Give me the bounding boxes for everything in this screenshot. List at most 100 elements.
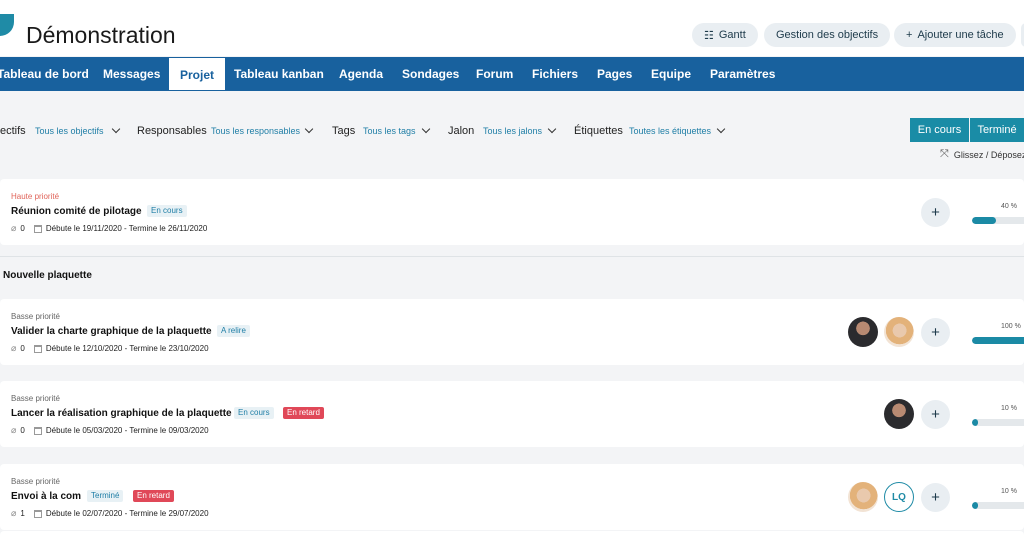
task-priority: Basse priorité [11, 477, 60, 486]
chevron-down-icon[interactable] [111, 124, 121, 134]
page-title: Démonstration [26, 22, 176, 48]
progress-label: 10 % [1001, 488, 1017, 495]
task-meta: ⌀ 0 Débute le 05/03/2020 - Termine le 09… [11, 425, 209, 436]
calendar-icon [33, 426, 42, 435]
add-task-button[interactable]: + Ajouter une tâche [894, 23, 1016, 47]
task-dates: Débute le 02/07/2020 - Termine le 29/07/… [45, 509, 209, 518]
tab-files[interactable]: Fichiers [532, 57, 578, 91]
progress-label: 100 % [1001, 323, 1021, 330]
task-dates: Débute le 05/03/2020 - Termine le 09/03/… [45, 426, 209, 435]
avatar[interactable] [848, 317, 878, 347]
avatar[interactable] [884, 399, 914, 429]
tab-settings[interactable]: Paramètres [710, 57, 775, 91]
task-name[interactable]: Lancer la réalisation graphique de la pl… [11, 408, 232, 419]
paperclip-icon: ⌀ [11, 343, 17, 353]
filter-tags-select[interactable]: Tous les tags [363, 126, 416, 136]
app-logo [0, 14, 14, 36]
paperclip-icon: ⌀ [11, 425, 17, 435]
section-title: Nouvelle plaquette [3, 270, 92, 281]
progress-fill [972, 502, 978, 509]
status-badge: En cours [234, 407, 274, 419]
chevron-down-icon[interactable] [421, 124, 431, 134]
task-name[interactable]: Valider la charte graphique de la plaque… [11, 326, 212, 337]
task-card[interactable]: Basse priorité Valider la charte graphiq… [0, 299, 1024, 365]
status-badge: Terminé [87, 490, 124, 502]
section-divider [0, 256, 1024, 257]
filter-tags-label: Tags [332, 125, 356, 137]
filter-objectives-select[interactable]: Tous les objectifs [35, 126, 104, 136]
tab-agenda[interactable]: Agenda [339, 57, 383, 91]
task-card[interactable]: Haute priorité Réunion comité de pilotag… [0, 179, 1024, 245]
task-name[interactable]: Envoi à la com [11, 491, 81, 502]
tab-team[interactable]: Equipe [651, 57, 691, 91]
plus-icon: + [906, 29, 913, 41]
calendar-icon [33, 224, 42, 233]
tab-messages[interactable]: Messages [103, 57, 160, 91]
progress-fill [972, 337, 1024, 344]
calendar-icon [33, 509, 42, 518]
tab-forum[interactable]: Forum [476, 57, 513, 91]
filter-owners-label: Responsables [137, 125, 207, 137]
attachment-count: 0 [20, 224, 25, 233]
progress-bar [972, 337, 1024, 344]
filter-bar: ectifs Tous les objectifs Responsables T… [0, 120, 900, 142]
progress-bar [972, 217, 1024, 224]
chevron-down-icon[interactable] [304, 124, 314, 134]
paperclip-icon: ⌀ [11, 508, 17, 518]
progress-bar [972, 502, 1024, 509]
app-header: Démonstration ☷ Gantt Gestion des object… [0, 0, 1024, 56]
avatar-initials[interactable]: LQ [884, 482, 914, 512]
progress-fill [972, 419, 978, 426]
objectives-button-label: Gestion des objectifs [776, 29, 879, 41]
filter-labels-label: Étiquettes [574, 125, 623, 137]
filter-milestone-select[interactable]: Tous les jalons [483, 126, 542, 136]
paperclip-icon: ⌀ [11, 223, 17, 233]
chevron-down-icon[interactable] [547, 124, 557, 134]
next-card-edge [0, 531, 1024, 537]
avatar[interactable] [848, 482, 878, 512]
chevron-down-icon[interactable] [716, 124, 726, 134]
task-meta: ⌀ 0 Débute le 12/10/2020 - Termine le 23… [11, 343, 209, 354]
add-assignee-button[interactable]: + [921, 198, 950, 227]
objectives-button[interactable]: Gestion des objectifs [764, 23, 891, 47]
drag-hint: ⤧ Glissez / Déposez [940, 148, 1024, 161]
task-name[interactable]: Réunion comité de pilotage [11, 206, 142, 217]
task-priority: Haute priorité [11, 192, 60, 201]
tab-dashboard[interactable]: Tableau de bord [0, 57, 89, 91]
progress-label: 40 % [1001, 203, 1017, 210]
filter-owners-select[interactable]: Tous les responsables [211, 126, 300, 136]
main-nav: Tableau de bord Messages Projet Tableau … [0, 57, 1024, 91]
status-badge: A relire [217, 325, 250, 337]
calendar-icon [33, 344, 42, 353]
filter-objectives-label: ectifs [0, 125, 26, 137]
status-badge: En cours [147, 205, 187, 217]
toggle-in-progress[interactable]: En cours [910, 118, 969, 142]
add-assignee-button[interactable]: + [921, 483, 950, 512]
progress-label: 10 % [1001, 405, 1017, 412]
task-dates: Débute le 19/11/2020 - Termine le 26/11/… [45, 224, 208, 233]
tab-project[interactable]: Projet [169, 58, 226, 90]
gantt-button-label: Gantt [718, 29, 746, 41]
gantt-button[interactable]: ☷ Gantt [692, 23, 758, 47]
task-priority: Basse priorité [11, 394, 60, 403]
toggle-done[interactable]: Terminé [970, 118, 1024, 142]
task-card[interactable]: Basse priorité Envoi à la com Terminé En… [0, 464, 1024, 530]
task-meta: ⌀ 0 Débute le 19/11/2020 - Termine le 26… [11, 223, 207, 234]
tab-pages[interactable]: Pages [597, 57, 632, 91]
list-icon: ☷ [704, 29, 714, 42]
task-card[interactable]: Basse priorité Lancer la réalisation gra… [0, 381, 1024, 447]
drag-hint-label: Glissez / Déposez [953, 149, 1024, 160]
late-badge: En retard [133, 490, 174, 502]
task-meta: ⌀ 1 Débute le 02/07/2020 - Termine le 29… [11, 508, 209, 519]
task-priority: Basse priorité [11, 312, 60, 321]
add-assignee-button[interactable]: + [921, 400, 950, 429]
attachment-count: 0 [20, 426, 25, 435]
avatar[interactable] [884, 317, 914, 347]
expand-icon: ⤧ [940, 148, 949, 160]
tab-polls[interactable]: Sondages [402, 57, 459, 91]
add-assignee-button[interactable]: + [921, 318, 950, 347]
progress-fill [972, 217, 996, 224]
filter-labels-select[interactable]: Toutes les étiquettes [629, 126, 711, 136]
tab-kanban[interactable]: Tableau kanban [234, 57, 324, 91]
filter-milestone-label: Jalon [448, 125, 475, 137]
